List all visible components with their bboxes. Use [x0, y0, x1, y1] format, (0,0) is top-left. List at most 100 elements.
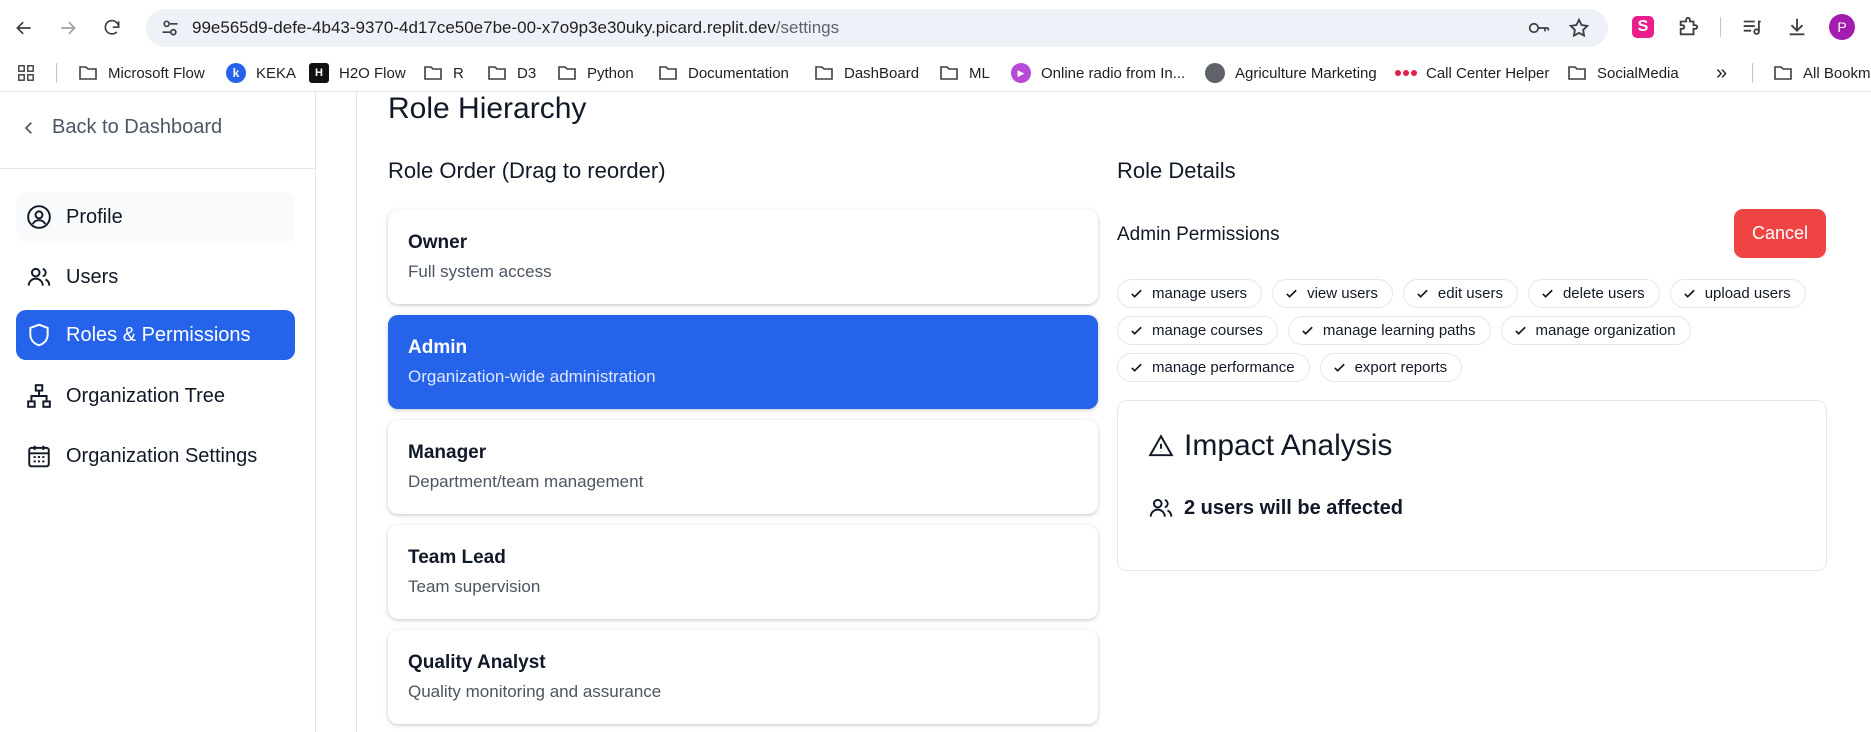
permission-chip[interactable]: view users: [1272, 279, 1393, 308]
bookmark-keka[interactable]: k KEKA: [226, 61, 296, 85]
download-icon[interactable]: [1783, 13, 1811, 41]
reload-icon[interactable]: [96, 12, 128, 44]
back-to-dashboard-link[interactable]: Back to Dashboard: [20, 116, 222, 139]
bookmarks-divider: [1752, 63, 1753, 83]
sidebar-item-organization-settings[interactable]: Organization Settings: [16, 431, 295, 481]
affected-users-text: 2 users will be affected: [1148, 495, 1403, 521]
bookmark-agriculture-marketing[interactable]: Agriculture Marketing: [1205, 61, 1377, 85]
sidebar-item-roles-permissions[interactable]: Roles & Permissions: [16, 310, 295, 360]
permission-chip[interactable]: manage organization: [1500, 316, 1691, 345]
extensions-puzzle-icon[interactable]: [1674, 13, 1702, 41]
sidebar-item-profile[interactable]: Profile: [16, 192, 295, 242]
sidebar-item-organization-tree[interactable]: Organization Tree: [16, 371, 295, 421]
bookmark-star-icon[interactable]: [1568, 17, 1590, 39]
check-icon: [1131, 363, 1142, 372]
bookmark-python[interactable]: Python: [557, 61, 634, 85]
permission-chip[interactable]: manage users: [1117, 279, 1263, 308]
settings-sidebar: Back to Dashboard Profile Users Roles & …: [0, 92, 316, 732]
back-arrow-icon[interactable]: [8, 12, 40, 44]
bookmark-microsoft-flow[interactable]: Microsoft Flow: [78, 61, 205, 85]
bookmark-dashboard[interactable]: DashBoard: [814, 61, 919, 85]
toolbar-divider: [1720, 17, 1721, 37]
check-icon: [1131, 289, 1142, 298]
bookmark-documentation[interactable]: Documentation: [658, 61, 789, 85]
media-queue-icon[interactable]: [1738, 13, 1766, 41]
permission-chip[interactable]: manage performance: [1117, 353, 1310, 382]
sidebar-item-users[interactable]: Users: [16, 252, 295, 302]
extension-s-icon[interactable]: S: [1629, 13, 1657, 41]
bookmark-ml[interactable]: ML: [939, 61, 990, 85]
folder-icon: [814, 64, 834, 82]
page-title: Role Hierarchy: [388, 92, 587, 125]
role-card-team-lead[interactable]: Team Lead Team supervision: [388, 525, 1098, 619]
role-description: Department/team management: [408, 472, 644, 491]
warning-triangle-icon: [1148, 434, 1174, 457]
bookmark-socialmedia[interactable]: SocialMedia: [1567, 61, 1679, 85]
check-icon: [1286, 289, 1297, 298]
address-bar[interactable]: 99e565d9-defe-4b43-9370-4d17ce50e7be-00-…: [146, 9, 1608, 47]
role-card-quality-analyst[interactable]: Quality Analyst Quality monitoring and a…: [388, 630, 1098, 724]
check-icon: [1542, 289, 1553, 298]
folder-icon: [1773, 64, 1793, 82]
permissions-heading: Admin Permissions: [1117, 224, 1280, 245]
calendar-icon: [28, 445, 50, 468]
cch-icon: [1395, 64, 1417, 82]
folder-icon: [557, 64, 577, 82]
role-card-admin[interactable]: Admin Organization-wide administration: [388, 315, 1098, 409]
permission-chip[interactable]: delete users: [1527, 279, 1660, 308]
chevron-left-icon: [24, 121, 32, 134]
sidebar-divider: [0, 168, 315, 169]
bookmark-call-center-helper[interactable]: Call Center Helper: [1395, 61, 1549, 85]
role-card-manager[interactable]: Manager Department/team management: [388, 420, 1098, 514]
permission-chip[interactable]: export reports: [1319, 353, 1463, 382]
users-icon: [1149, 498, 1173, 517]
impact-analysis-card: Impact Analysis 2 users will be affected: [1117, 400, 1827, 571]
permission-chips: manage users view users edit users delet…: [1117, 279, 1837, 390]
forward-arrow-icon[interactable]: [52, 12, 84, 44]
apps-grid-icon[interactable]: [16, 61, 36, 85]
check-icon: [1302, 326, 1313, 335]
keka-icon: k: [226, 63, 246, 83]
role-description: Organization-wide administration: [408, 367, 656, 386]
users-icon: [27, 267, 51, 286]
folder-icon: [939, 64, 959, 82]
content-divider: [356, 92, 357, 732]
bookmark-online-radio[interactable]: ▶ Online radio from In...: [1011, 61, 1185, 85]
role-description: Team supervision: [408, 577, 541, 596]
cancel-button[interactable]: Cancel: [1734, 209, 1826, 258]
url-text[interactable]: 99e565d9-defe-4b43-9370-4d17ce50e7be-00-…: [192, 18, 839, 38]
permission-chip[interactable]: manage learning paths: [1287, 316, 1491, 345]
check-icon: [1333, 363, 1345, 372]
role-name: Quality Analyst: [408, 652, 546, 673]
bookmark-r[interactable]: R: [423, 61, 464, 85]
bookmarks-bar: Microsoft Flow k KEKA H H2O Flow R D3 Py…: [0, 54, 1871, 92]
radio-icon: ▶: [1011, 63, 1031, 83]
role-name: Manager: [408, 442, 487, 463]
check-icon: [1683, 289, 1695, 298]
bookmark-all-bookmarks[interactable]: All Bookm: [1773, 61, 1871, 85]
password-key-icon[interactable]: [1528, 18, 1550, 38]
role-description: Quality monitoring and assurance: [408, 682, 662, 701]
bookmark-d3[interactable]: D3: [487, 61, 536, 85]
profile-avatar[interactable]: P: [1828, 13, 1856, 41]
impact-analysis-title: Impact Analysis: [1148, 429, 1392, 463]
bookmarks-overflow-icon[interactable]: »: [1716, 61, 1727, 85]
h2o-icon: H: [309, 63, 329, 83]
check-icon: [1514, 326, 1526, 335]
bookmark-h2o-flow[interactable]: H H2O Flow: [309, 61, 406, 85]
folder-icon: [658, 64, 678, 82]
permission-chip[interactable]: edit users: [1402, 279, 1518, 308]
permission-chip[interactable]: upload users: [1669, 279, 1806, 308]
role-name: Team Lead: [408, 547, 506, 568]
user-circle-icon: [27, 205, 51, 229]
check-icon: [1131, 326, 1142, 335]
folder-icon: [423, 64, 443, 82]
permission-chip[interactable]: manage courses: [1117, 316, 1278, 345]
globe-icon: [1205, 63, 1225, 83]
role-card-owner[interactable]: Owner Full system access: [388, 210, 1098, 304]
folder-icon: [487, 64, 507, 82]
bookmarks-divider: [56, 63, 57, 83]
folder-icon: [1567, 64, 1587, 82]
check-icon: [1417, 289, 1428, 298]
site-settings-icon[interactable]: [160, 18, 180, 38]
